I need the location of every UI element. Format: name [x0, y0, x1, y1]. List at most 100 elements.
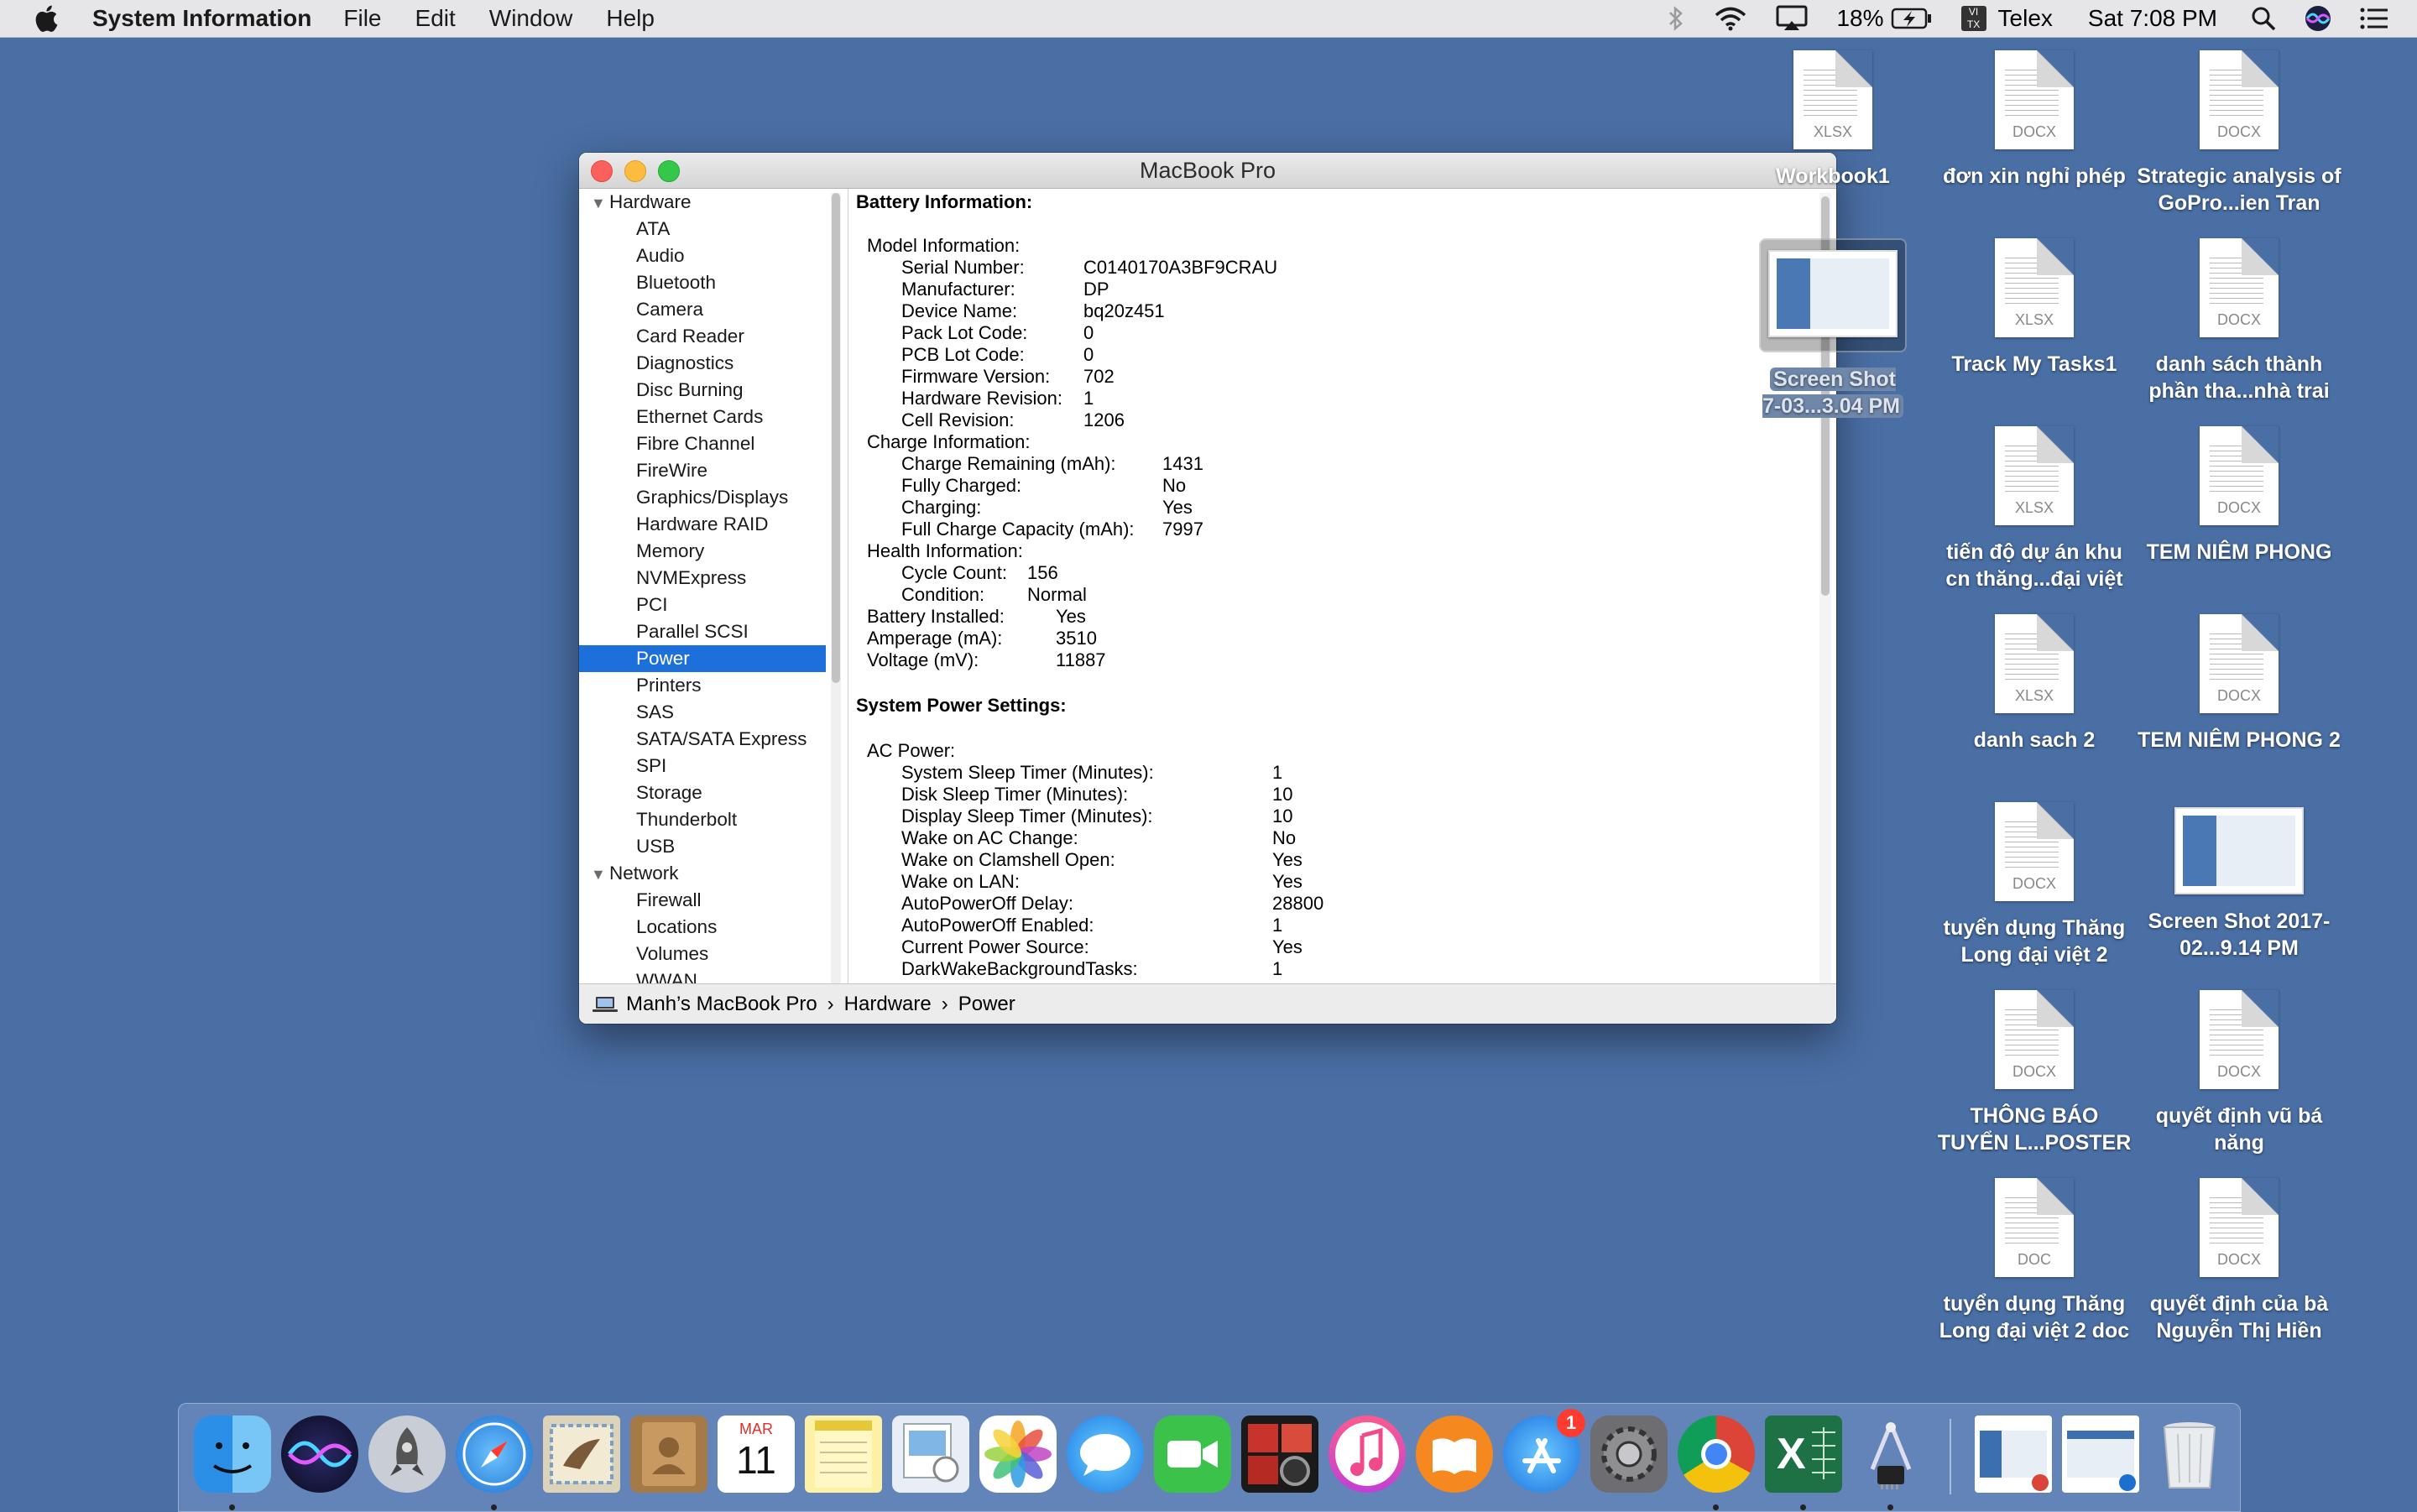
- recent-document-icon[interactable]: [1975, 1416, 2052, 1493]
- desktop-file-12[interactable]: DOCX THÔNG BÁO TUYỂN L...POSTER: [1932, 990, 2137, 1156]
- breadcrumb-computer[interactable]: Manh’s MacBook Pro: [626, 984, 817, 1024]
- chrome-icon[interactable]: [1678, 1416, 1755, 1510]
- sidebar-item-bluetooth[interactable]: Bluetooth: [579, 269, 826, 296]
- downloads-stack-icon[interactable]: [2062, 1416, 2139, 1493]
- launchpad-icon[interactable]: [368, 1416, 446, 1493]
- photo-booth-icon[interactable]: [1241, 1416, 1318, 1493]
- siri-icon[interactable]: [2305, 5, 2331, 32]
- facetime-icon[interactable]: [1154, 1416, 1231, 1493]
- bluetooth-icon[interactable]: [1667, 6, 1685, 31]
- apple-icon[interactable]: [32, 3, 64, 34]
- input-source-icon[interactable]: VI TX: [1960, 6, 1986, 31]
- desktop-file-11[interactable]: Screen Shot 2017-02...9.14 PM: [2137, 802, 2341, 962]
- desktop-file-15[interactable]: DOCX quyết định của bà Nguyễn Thị Hiền: [2137, 1178, 2341, 1344]
- desktop-file-4[interactable]: XLSX Track My Tasks1: [1932, 238, 2137, 378]
- sidebar-item-disc-burning[interactable]: Disc Burning: [579, 377, 826, 404]
- contacts-icon[interactable]: [630, 1416, 707, 1493]
- finder-icon[interactable]: [194, 1416, 271, 1510]
- disclosure-triangle-icon[interactable]: ▼: [591, 190, 609, 216]
- calendar-icon[interactable]: MAR 11: [718, 1416, 795, 1493]
- close-button[interactable]: [591, 160, 613, 182]
- airplay-icon[interactable]: [1776, 5, 1808, 32]
- app-store-icon[interactable]: 1: [1503, 1409, 1585, 1493]
- sidebar-item-spi[interactable]: SPI: [579, 753, 826, 779]
- sidebar-item-ata[interactable]: ATA: [579, 216, 826, 242]
- label: Disk Sleep Timer (Minutes):: [901, 784, 1129, 805]
- window-titlebar[interactable]: MacBook Pro: [579, 153, 1836, 189]
- itunes-icon[interactable]: [1329, 1416, 1406, 1493]
- desktop-file-7[interactable]: DOCX TEM NIÊM PHONG: [2137, 426, 2341, 566]
- menu-help[interactable]: Help: [606, 5, 655, 32]
- sidebar-scroll-thumb[interactable]: [832, 193, 840, 683]
- notification-center-icon[interactable]: [2360, 8, 2388, 29]
- sidebar-item-fibre-channel[interactable]: Fibre Channel: [579, 430, 826, 457]
- sidebar-item-parallel-scsi[interactable]: Parallel SCSI: [579, 618, 826, 645]
- wifi-icon[interactable]: [1714, 6, 1747, 31]
- desktop-file-13[interactable]: DOCX quyết định vũ bá năng: [2137, 990, 2341, 1156]
- notes-icon[interactable]: [805, 1416, 882, 1493]
- desktop-file-label: đơn xin nghỉ phép: [1932, 163, 2137, 190]
- spotlight-search-icon[interactable]: [2251, 6, 2276, 31]
- sidebar-item-sata-sata-express[interactable]: SATA/SATA Express: [579, 726, 826, 753]
- sidebar-item-diagnostics[interactable]: Diagnostics: [579, 350, 826, 377]
- desktop-file-3[interactable]: Screen Shot 7-03...3.04 PM: [1731, 238, 1935, 420]
- sidebar-item-memory[interactable]: Memory: [579, 538, 826, 565]
- document-lines: [2210, 253, 2263, 304]
- desktop-file-10[interactable]: DOCX tuyển dụng Thăng Long đại việt 2: [1932, 802, 2137, 968]
- disclosure-triangle-icon[interactable]: ▼: [591, 861, 609, 888]
- desktop-file-9[interactable]: DOCX TEM NIÊM PHONG 2: [2137, 614, 2341, 753]
- battery-charging-icon[interactable]: [1891, 7, 1933, 30]
- sidebar-item-thunderbolt[interactable]: Thunderbolt: [579, 806, 826, 833]
- sidebar-item-power[interactable]: Power: [579, 645, 826, 672]
- sidebar-item-firewire[interactable]: FireWire: [579, 457, 826, 484]
- sidebar-item-ethernet-cards[interactable]: Ethernet Cards: [579, 404, 826, 430]
- sidebar-item-sas[interactable]: SAS: [579, 699, 826, 726]
- sidebar-item-net-wwan[interactable]: WWAN: [579, 967, 826, 983]
- sidebar-item-net-volumes[interactable]: Volumes: [579, 941, 826, 967]
- menu-file[interactable]: File: [343, 5, 381, 32]
- photos-icon[interactable]: [979, 1416, 1057, 1493]
- preview-icon[interactable]: [892, 1416, 969, 1493]
- safari-icon[interactable]: [456, 1416, 533, 1510]
- menu-edit[interactable]: Edit: [415, 5, 456, 32]
- window-title: MacBook Pro: [1139, 158, 1276, 183]
- sidebar-item-storage[interactable]: Storage: [579, 779, 826, 806]
- siri-icon[interactable]: [281, 1416, 358, 1493]
- messages-icon[interactable]: [1067, 1416, 1144, 1493]
- menu-app-name[interactable]: System Information: [92, 5, 311, 32]
- sidebar-item-pci[interactable]: PCI: [579, 592, 826, 618]
- sidebar-item-card-reader[interactable]: Card Reader: [579, 323, 826, 350]
- desktop-file-1[interactable]: DOCX đơn xin nghỉ phép: [1932, 50, 2137, 190]
- sidebar-item-camera[interactable]: Camera: [579, 296, 826, 323]
- system-preferences-icon[interactable]: [1590, 1416, 1668, 1493]
- trash-icon[interactable]: [2151, 1416, 2228, 1493]
- input-source-label[interactable]: Telex: [1998, 5, 2053, 32]
- excel-icon[interactable]: X: [1765, 1416, 1842, 1510]
- desktop-file-5[interactable]: DOCX danh sách thành phần tha...nhà trai: [2137, 238, 2341, 404]
- sidebar-item-printers[interactable]: Printers: [579, 672, 826, 699]
- sidebar-item-graphics-displays[interactable]: Graphics/Displays: [579, 484, 826, 511]
- sidebar-item-nvmexpress[interactable]: NVMExpress: [579, 565, 826, 592]
- sidebar-item-hardware-raid[interactable]: Hardware RAID: [579, 511, 826, 538]
- zoom-button[interactable]: [658, 160, 680, 182]
- minimize-button[interactable]: [624, 160, 646, 182]
- desktop-file-8[interactable]: XLSX danh sach 2: [1932, 614, 2137, 753]
- mail-icon[interactable]: [543, 1416, 620, 1493]
- desktop-file-14[interactable]: DOC tuyển dụng Thăng Long đại việt 2 doc: [1932, 1178, 2137, 1344]
- breadcrumb-power[interactable]: Power: [958, 984, 1015, 1024]
- sidebar-item-net-locations[interactable]: Locations: [579, 914, 826, 941]
- desktop-file-6[interactable]: XLSX tiến độ dự án khu cn thăng...đại việ…: [1932, 426, 2137, 592]
- sidebar-group-hardware[interactable]: ▼ Hardware: [579, 189, 826, 216]
- menu-window[interactable]: Window: [489, 5, 573, 32]
- sidebar-item-net-firewall[interactable]: Firewall: [579, 887, 826, 914]
- sidebar-scrollbar[interactable]: [831, 193, 841, 983]
- desktop-file-0[interactable]: XLSX Workbook1: [1731, 50, 1935, 190]
- desktop-file-2[interactable]: DOCX Strategic analysis of GoPro...ien Tr…: [2137, 50, 2341, 216]
- ibooks-icon[interactable]: [1416, 1416, 1493, 1493]
- sidebar-group-network[interactable]: ▼ Network: [579, 860, 826, 887]
- sidebar-item-usb[interactable]: USB: [579, 833, 826, 860]
- sidebar-item-audio[interactable]: Audio: [579, 242, 826, 269]
- system-information-icon[interactable]: [1852, 1416, 1929, 1510]
- menu-clock[interactable]: Sat 7:08 PM: [2088, 5, 2217, 32]
- breadcrumb-hardware[interactable]: Hardware: [844, 984, 932, 1024]
